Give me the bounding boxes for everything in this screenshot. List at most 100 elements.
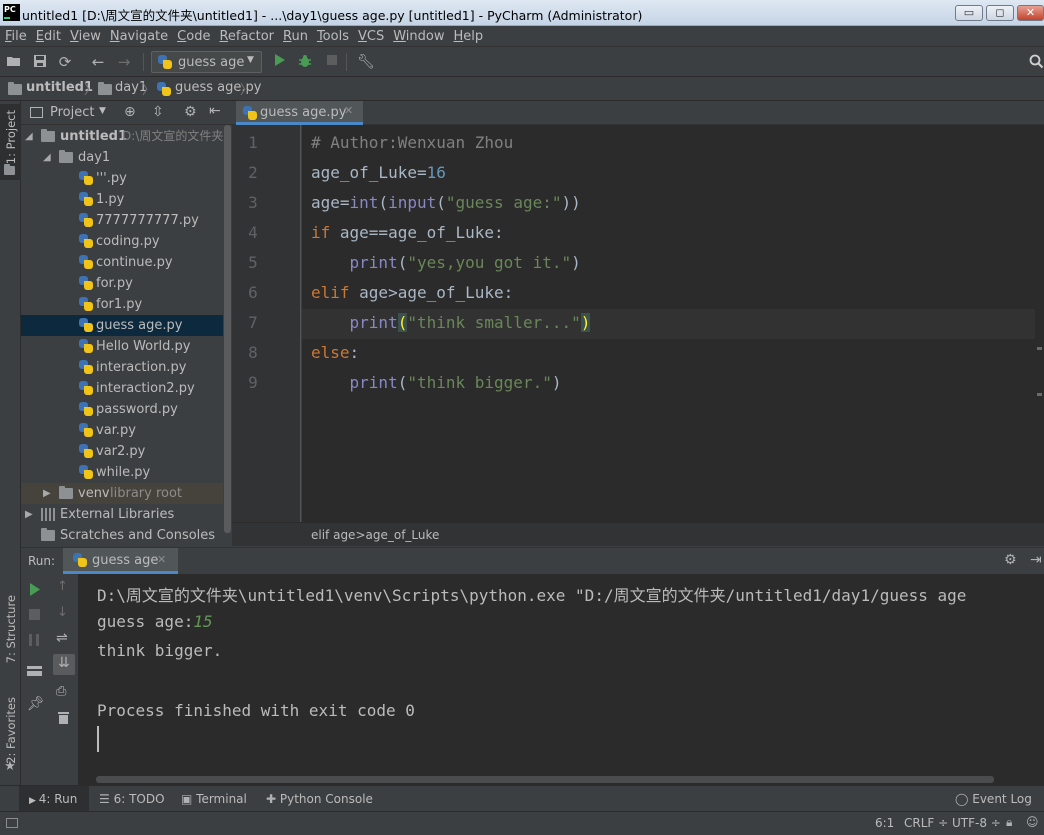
chevron-down-icon[interactable]: ▼ bbox=[99, 106, 106, 116]
tree-file[interactable]: var2.py bbox=[21, 441, 232, 462]
project-tree-scrollbar[interactable] bbox=[223, 125, 232, 546]
lock-icon[interactable]: 🔒︎ bbox=[1006, 815, 1012, 830]
forward-arrow-icon[interactable]: → bbox=[116, 54, 132, 70]
python-console-tool-button[interactable]: ✚ Python Console bbox=[266, 786, 373, 812]
tool-windows-toggle-icon[interactable] bbox=[6, 818, 18, 828]
menu-tools[interactable]: Tools bbox=[312, 26, 353, 45]
menu-window[interactable]: Window bbox=[388, 26, 448, 45]
menu-refactor[interactable]: Refactor bbox=[214, 26, 278, 45]
open-folder-icon[interactable] bbox=[6, 54, 22, 70]
print-icon[interactable]: ⎙ bbox=[56, 684, 66, 699]
tree-file[interactable]: Hello World.py bbox=[21, 336, 232, 357]
run-tab-guess-age[interactable]: guess age ✕ bbox=[63, 548, 178, 574]
python-file-icon bbox=[158, 55, 173, 70]
save-icon[interactable] bbox=[32, 54, 48, 70]
back-arrow-icon[interactable]: ← bbox=[90, 54, 106, 70]
hide-panel-icon[interactable]: ⇥ bbox=[1030, 552, 1042, 568]
todo-tool-label: 6: TODO bbox=[113, 792, 165, 806]
pause-icon[interactable] bbox=[29, 634, 40, 650]
search-icon[interactable] bbox=[1028, 54, 1044, 70]
hide-panel-icon[interactable]: ⇤ bbox=[209, 103, 221, 119]
todo-tool-button[interactable]: ☰ 6: TODO bbox=[99, 786, 165, 812]
project-view-label[interactable]: Project bbox=[50, 105, 94, 120]
tree-external-libraries[interactable]: ▶ External Libraries bbox=[21, 504, 232, 525]
locate-target-icon[interactable]: ⊕ bbox=[124, 104, 136, 120]
run-tool-button[interactable]: ▶ 4: Run bbox=[19, 786, 89, 812]
arrow-down-icon[interactable]: ↓ bbox=[57, 605, 68, 620]
tree-file[interactable]: for1.py bbox=[21, 294, 232, 315]
close-tab-icon[interactable]: ✕ bbox=[157, 553, 166, 566]
tree-file[interactable]: '''.py bbox=[21, 168, 232, 189]
menu-vcs[interactable]: VCS bbox=[353, 26, 388, 45]
menu-run[interactable]: Run bbox=[278, 26, 312, 45]
soft-wrap-icon[interactable]: ⇌ bbox=[56, 630, 68, 646]
tree-file[interactable]: 1.py bbox=[21, 189, 232, 210]
console-prompt: guess age: bbox=[97, 612, 194, 631]
folder-icon bbox=[4, 164, 15, 175]
tree-file[interactable]: while.py bbox=[21, 462, 232, 483]
terminal-tool-button[interactable]: ▣ Terminal bbox=[181, 786, 247, 812]
project-tool-button[interactable]: 1: Project bbox=[0, 104, 21, 180]
console-horizontal-scrollbar[interactable] bbox=[96, 776, 994, 783]
maximize-button[interactable]: ◻ bbox=[986, 5, 1014, 21]
favorites-tab-label: 2: Favorites bbox=[4, 697, 18, 764]
scroll-to-end-icon[interactable]: ⇊ bbox=[53, 654, 75, 675]
tree-file[interactable]: 7777777777.py bbox=[21, 210, 232, 231]
stop-icon[interactable] bbox=[324, 54, 340, 70]
close-tab-icon[interactable]: ✕ bbox=[344, 104, 353, 117]
tree-file[interactable]: coding.py bbox=[21, 231, 232, 252]
menu-view[interactable]: View bbox=[65, 26, 105, 45]
pin-icon[interactable]: 📌︎ bbox=[27, 696, 45, 712]
menu-navigate[interactable]: Navigate bbox=[105, 26, 172, 45]
wrench-icon[interactable]: 🔧︎ bbox=[357, 54, 375, 70]
trash-icon[interactable] bbox=[58, 711, 69, 728]
stop-icon[interactable] bbox=[29, 609, 40, 624]
minimize-button[interactable]: ▭ bbox=[955, 5, 983, 21]
encoding-select[interactable]: UTF-8 ÷ bbox=[952, 812, 1001, 834]
tree-folder-venv[interactable]: ▶ venv library root bbox=[21, 483, 232, 504]
tree-file[interactable]: interaction2.py bbox=[21, 378, 232, 399]
run-console[interactable]: D:\周文宣的文件夹\untitled1\venv\Scripts\python… bbox=[78, 574, 1044, 785]
error-stripe-marker[interactable] bbox=[1037, 347, 1042, 350]
python-file-icon bbox=[79, 339, 93, 353]
editor-scrollbar[interactable] bbox=[1035, 125, 1044, 522]
error-stripe-marker[interactable] bbox=[1037, 393, 1042, 396]
run-configuration-select[interactable]: guess age ▼ bbox=[151, 51, 262, 73]
menu-help[interactable]: Help bbox=[449, 26, 488, 45]
debug-icon[interactable] bbox=[297, 54, 313, 70]
tree-file[interactable]: interaction.py bbox=[21, 357, 232, 378]
tree-file-selected[interactable]: guess age.py bbox=[21, 315, 232, 336]
collapse-all-icon[interactable]: ⇳ bbox=[152, 104, 164, 120]
console-exit-line: Process finished with exit code 0 bbox=[97, 701, 415, 720]
menu-code[interactable]: Code bbox=[172, 26, 214, 45]
favorites-tool-button[interactable]: 2: Favorites ★ bbox=[0, 691, 21, 781]
tree-scratches[interactable]: Scratches and Consoles bbox=[21, 525, 232, 546]
tree-folder-day1[interactable]: ◢ day1 bbox=[21, 147, 232, 168]
structure-tool-button[interactable]: 7: Structure bbox=[0, 591, 21, 671]
breadcrumb-project[interactable]: untitled1 bbox=[26, 80, 93, 95]
code-breadcrumb[interactable]: elif age>age_of_Luke bbox=[311, 528, 439, 542]
close-button[interactable]: ✕ bbox=[1017, 5, 1044, 21]
tree-root-untitled1[interactable]: ◢ untitled1 D:\周文宣的文件夹\u bbox=[21, 126, 232, 147]
code-lines[interactable]: # Author:Wenxuan Zhou age_of_Luke=16 age… bbox=[302, 125, 1035, 522]
editor-tab-guess-age[interactable]: guess age.py ✕ bbox=[236, 101, 363, 125]
tree-venv-note: library root bbox=[110, 486, 183, 501]
tree-file[interactable]: for.py bbox=[21, 273, 232, 294]
tree-file[interactable]: password.py bbox=[21, 399, 232, 420]
rerun-icon[interactable] bbox=[29, 583, 41, 600]
layout-icon[interactable] bbox=[27, 664, 42, 680]
tree-file[interactable]: continue.py bbox=[21, 252, 232, 273]
menu-file[interactable]: File bbox=[0, 26, 31, 45]
sync-icon[interactable]: ⟳ bbox=[57, 54, 73, 70]
tree-file[interactable]: var.py bbox=[21, 420, 232, 441]
line-separator-select[interactable]: CRLF ÷ bbox=[904, 812, 948, 834]
arrow-up-icon[interactable]: ↑ bbox=[57, 579, 68, 594]
menu-edit[interactable]: Edit bbox=[31, 26, 65, 45]
run-icon[interactable] bbox=[272, 54, 288, 70]
gear-icon[interactable]: ⚙ bbox=[1004, 552, 1017, 568]
caret-position[interactable]: 6:1 bbox=[875, 812, 894, 834]
gear-icon[interactable]: ⚙ bbox=[184, 104, 197, 120]
inspector-icon[interactable]: ☺ bbox=[1026, 815, 1039, 829]
event-log-tool-button[interactable]: ◯ Event Log bbox=[955, 786, 1032, 812]
